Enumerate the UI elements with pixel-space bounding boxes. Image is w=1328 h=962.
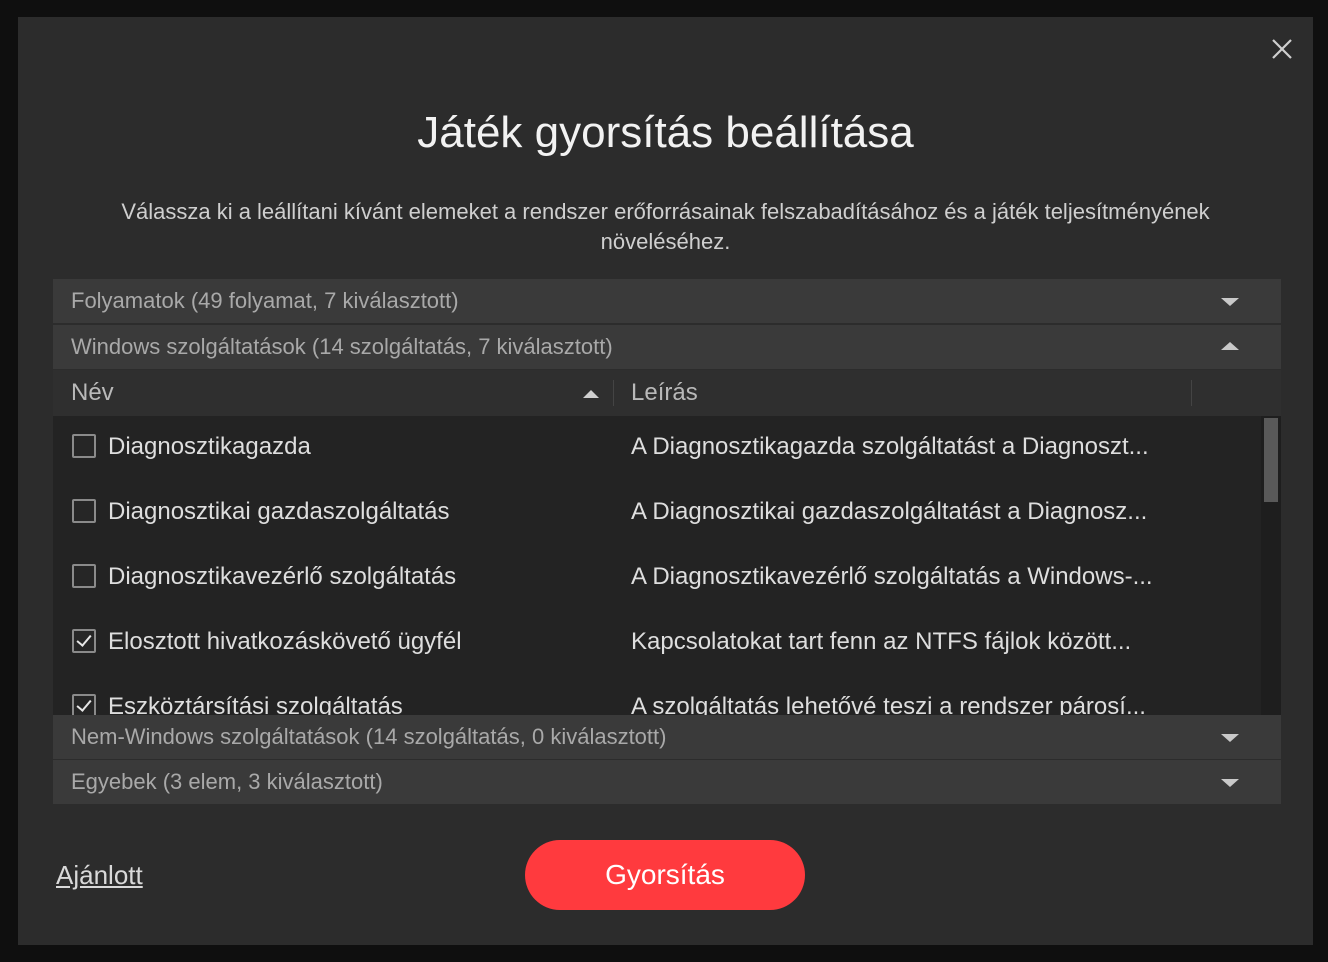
row-name: Eszköztársítási szolgáltatás (108, 693, 403, 715)
row-name: Diagnosztikai gazdaszolgáltatás (108, 498, 450, 525)
row-name: Elosztott hivatkozáskövető ügyfél (108, 628, 462, 655)
sort-ascending-icon[interactable] (583, 390, 599, 398)
row-description: A Diagnosztikagazda szolgáltatást a Diag… (631, 433, 1149, 460)
table-scrollbar[interactable] (1261, 416, 1281, 715)
section-non-windows-services-label: Nem-Windows szolgáltatások (14 szolgálta… (71, 724, 667, 749)
close-icon[interactable] (1268, 35, 1296, 63)
row-description: A Diagnosztikavezérlő szolgáltatás a Win… (631, 563, 1153, 590)
chevron-down-icon (1221, 779, 1239, 787)
section-others-label: Egyebek (3 elem, 3 kiválasztott) (71, 769, 383, 794)
game-boost-settings-dialog: Játék gyorsítás beállítása Válassza ki a… (18, 17, 1313, 945)
row-name: Diagnosztikagazda (108, 433, 311, 460)
accelerate-button[interactable]: Gyorsítás (525, 840, 805, 910)
section-non-windows-services[interactable]: Nem-Windows szolgáltatások (14 szolgálta… (53, 715, 1281, 759)
recommended-link[interactable]: Ajánlott (56, 860, 143, 891)
table-row[interactable]: Diagnosztikagazda A Diagnosztikagazda sz… (53, 416, 1261, 481)
table-row[interactable]: Elosztott hivatkozáskövető ügyfél Kapcso… (53, 611, 1261, 676)
section-windows-services-label: Windows szolgáltatások (14 szolgáltatás,… (71, 334, 613, 359)
row-description: A Diagnosztikai gazdaszolgáltatást a Dia… (631, 498, 1148, 525)
chevron-up-icon (1221, 342, 1239, 350)
windows-services-table: Név Leírás Diagnosztikagazda A Diagnoszt… (53, 370, 1281, 715)
column-divider[interactable] (613, 380, 614, 406)
row-checkbox[interactable] (72, 629, 96, 653)
column-header-name[interactable]: Név (71, 370, 114, 416)
chevron-down-icon (1221, 298, 1239, 306)
dialog-title: Játék gyorsítás beállítása (417, 108, 914, 157)
table-header: Név Leírás (53, 370, 1281, 416)
table-row[interactable]: Eszköztársítási szolgáltatás A szolgálta… (53, 676, 1261, 715)
table-row[interactable]: Diagnosztikavezérlő szolgáltatás A Diagn… (53, 546, 1261, 611)
column-divider[interactable] (1191, 380, 1192, 406)
section-windows-services[interactable]: Windows szolgáltatások (14 szolgáltatás,… (53, 325, 1281, 369)
row-description: A szolgáltatás lehetővé teszi a rendszer… (631, 693, 1146, 715)
row-description: Kapcsolatokat tart fenn az NTFS fájlok k… (631, 628, 1132, 655)
section-others[interactable]: Egyebek (3 elem, 3 kiválasztott) (53, 760, 1281, 804)
row-checkbox[interactable] (72, 499, 96, 523)
section-processes-label: Folyamatok (49 folyamat, 7 kiválasztott) (71, 288, 459, 313)
chevron-down-icon (1221, 734, 1239, 742)
row-name: Diagnosztikavezérlő szolgáltatás (108, 563, 457, 590)
row-checkbox[interactable] (72, 434, 96, 458)
dialog-subtitle: Válassza ki a leállítani kívánt elemeket… (121, 199, 1210, 254)
scrollbar-thumb[interactable] (1264, 418, 1278, 502)
section-processes[interactable]: Folyamatok (49 folyamat, 7 kiválasztott) (53, 279, 1281, 323)
row-checkbox[interactable] (72, 694, 96, 715)
table-body: Diagnosztikagazda A Diagnosztikagazda sz… (53, 416, 1261, 715)
table-row[interactable]: Diagnosztikai gazdaszolgáltatás A Diagno… (53, 481, 1261, 546)
row-checkbox[interactable] (72, 564, 96, 588)
column-header-description[interactable]: Leírás (631, 370, 698, 416)
